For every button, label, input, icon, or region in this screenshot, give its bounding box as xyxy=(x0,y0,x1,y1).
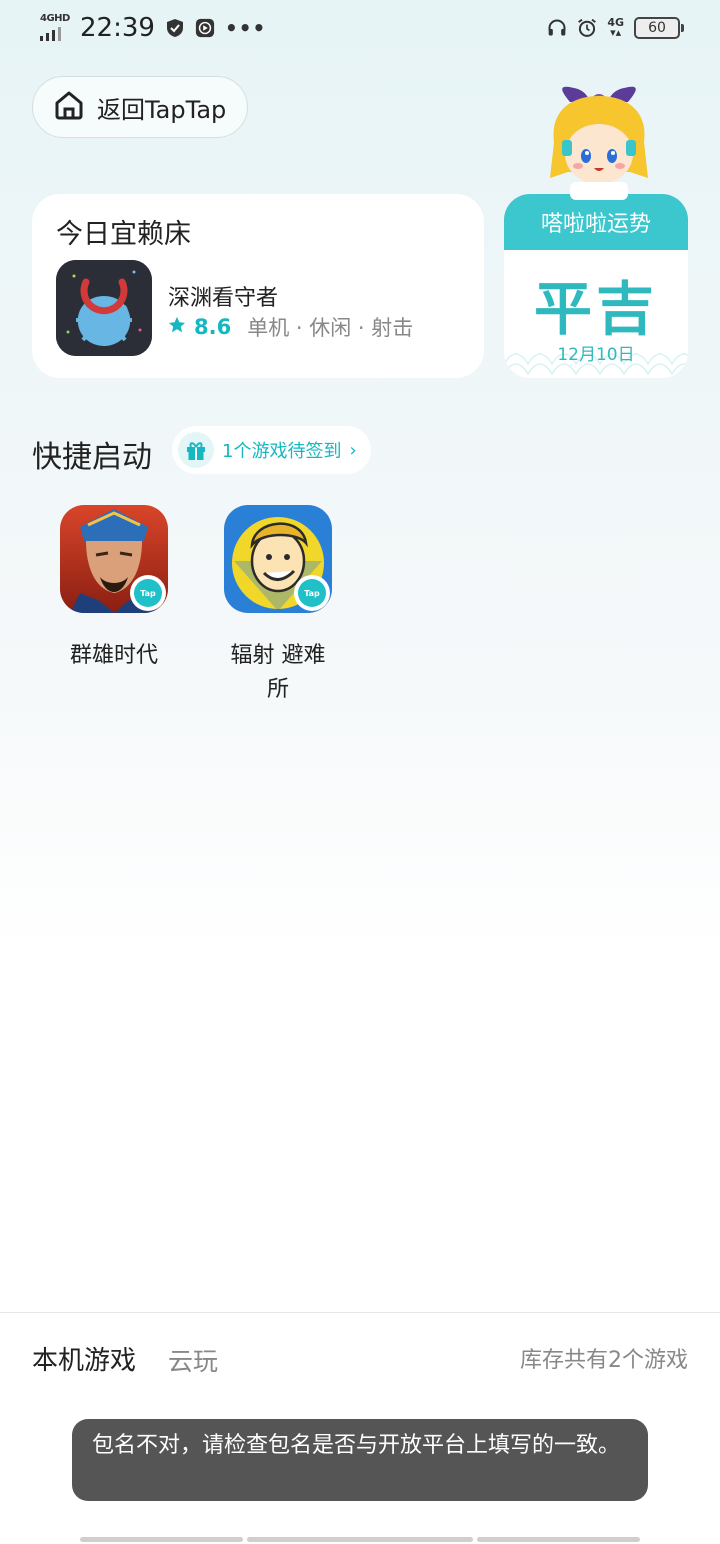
tap-badge-icon: Tap xyxy=(294,575,330,611)
tab-local-games[interactable]: 本机游戏 xyxy=(32,1340,136,1377)
tap-badge-text: Tap xyxy=(298,579,326,607)
play-icon xyxy=(195,17,215,39)
nav-gesture-bar-center[interactable] xyxy=(247,1537,473,1542)
signal-icon: 4GHD xyxy=(38,13,70,43)
checkin-pill-button[interactable]: 1个游戏待签到 › xyxy=(172,426,371,474)
today-card-title: 今日宜赖床 xyxy=(56,219,191,250)
network-4g-label: 4G xyxy=(607,16,624,29)
quick-app-label: 群雄时代 xyxy=(69,643,158,668)
back-button-label: 返回TapTap xyxy=(97,95,227,124)
battery-icon: 60 xyxy=(634,17,684,39)
tab-cloud-play[interactable]: 云玩 xyxy=(168,1342,218,1378)
tap-badge-icon: Tap xyxy=(130,575,166,611)
network-4g-icon: 4G ▾▴ xyxy=(607,16,624,39)
headphones-icon xyxy=(547,17,567,39)
back-to-taptap-button[interactable]: 返回TapTap xyxy=(32,76,248,138)
battery-level: 60 xyxy=(648,20,666,36)
alarm-icon xyxy=(577,17,597,39)
nav-gesture-bar-left[interactable] xyxy=(80,1537,243,1542)
today-recommend-card[interactable]: 今日宜赖床 深渊看守者 8.6 单机 · 休闲 · 射击 xyxy=(32,194,484,378)
chevron-right-icon: › xyxy=(349,439,357,461)
today-game-meta: 8.6 单机 · 休闲 · 射击 xyxy=(168,312,413,342)
status-bar-right: 4G ▾▴ 60 xyxy=(547,14,684,42)
game-rating: 8.6 xyxy=(194,315,232,339)
today-game-name: 深渊看守者 xyxy=(168,286,279,311)
nav-gesture-bar-right[interactable] xyxy=(477,1537,640,1542)
fortune-card[interactable]: 嗒啦啦运势 平吉 12月10日 xyxy=(504,194,688,378)
quick-app-label: 辐射 避难所 xyxy=(230,643,326,702)
clock: 22:39 xyxy=(80,13,155,43)
status-bar: 4GHD 22:39 ••• 4G ▾▴ 60 xyxy=(0,0,720,56)
toast-message: 包名不对，请检查包名是否与开放平台上填写的一致。 xyxy=(72,1419,648,1501)
abyss-keeper-game-icon[interactable] xyxy=(56,260,152,356)
shield-icon xyxy=(165,17,185,39)
checkin-pill-label: 1个游戏待签到 xyxy=(222,441,342,462)
three-kingdoms-warrior-icon[interactable]: Tap xyxy=(60,505,168,613)
tap-badge-text: Tap xyxy=(134,579,162,607)
vault-boy-icon[interactable]: Tap xyxy=(224,505,332,613)
fortune-date: 12月10日 xyxy=(557,345,635,365)
more-dots-icon: ••• xyxy=(224,16,267,40)
fortune-card-header: 嗒啦啦运势 xyxy=(504,194,688,250)
star-icon xyxy=(168,315,186,339)
library-total-count: 库存共有2个游戏 xyxy=(520,1348,688,1373)
home-icon xyxy=(53,89,85,125)
gift-icon xyxy=(178,432,214,468)
game-tags: 单机 · 休闲 · 射击 xyxy=(247,316,414,340)
divider xyxy=(0,1312,720,1313)
network-label: 4GHD xyxy=(40,13,70,24)
quick-app-fallout-shelter[interactable]: Tap 辐射 避难所 xyxy=(203,505,353,707)
mascot-girl-icon[interactable] xyxy=(540,82,658,200)
status-bar-left: 4GHD 22:39 ••• xyxy=(38,10,266,46)
quick-launch-title: 快捷启动 xyxy=(32,440,152,475)
quick-app-qunxiong[interactable]: Tap 群雄时代 xyxy=(39,505,189,673)
